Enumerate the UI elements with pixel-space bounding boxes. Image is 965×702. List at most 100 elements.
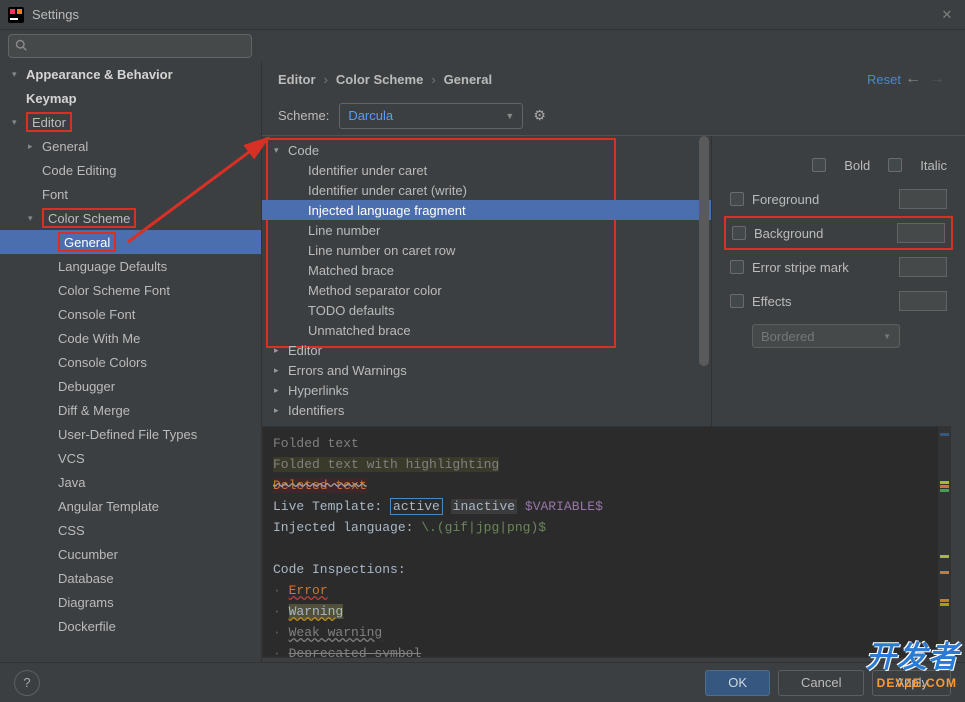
sidebar-item[interactable]: Diagrams xyxy=(0,590,261,614)
sidebar-item[interactable]: Angular Template xyxy=(0,494,261,518)
sidebar-item[interactable]: Java xyxy=(0,470,261,494)
nav-forward-icon[interactable]: → xyxy=(925,67,949,91)
category-item-label: Hyperlinks xyxy=(288,383,349,398)
help-button[interactable]: ? xyxy=(14,670,40,696)
preview-warning: Warning xyxy=(289,604,344,619)
category-item[interactable]: Line number on caret row xyxy=(262,240,711,260)
category-item[interactable]: ▾Code xyxy=(262,140,711,160)
sidebar-item[interactable]: Color Scheme Font xyxy=(0,278,261,302)
sidebar-item[interactable]: Console Font xyxy=(0,302,261,326)
reset-link[interactable]: Reset xyxy=(867,72,901,87)
scheme-dropdown[interactable]: Darcula ▼ xyxy=(339,103,523,129)
category-scrollbar[interactable] xyxy=(699,136,709,426)
effects-checkbox[interactable] xyxy=(730,294,744,308)
italic-label: Italic xyxy=(920,158,947,173)
category-item[interactable]: ▸Errors and Warnings xyxy=(262,360,711,380)
tree-arrow-icon: ▾ xyxy=(28,213,42,224)
category-item[interactable]: Unmatched brace xyxy=(262,320,711,340)
search-input[interactable] xyxy=(31,39,245,53)
errorstripe-color[interactable] xyxy=(899,257,947,277)
sidebar-item[interactable]: Database xyxy=(0,566,261,590)
effects-type-value: Bordered xyxy=(761,329,814,344)
category-item[interactable]: Method separator color xyxy=(262,280,711,300)
category-tree[interactable]: ▾Code Identifier under caret Identifier un… xyxy=(262,136,712,426)
sidebar-item-label: Editor xyxy=(32,115,66,130)
sidebar-item[interactable]: VCS xyxy=(0,446,261,470)
sidebar-item[interactable]: CSS xyxy=(0,518,261,542)
preview-active: active xyxy=(390,498,443,515)
sidebar-item[interactable]: User-Defined File Types xyxy=(0,422,261,446)
category-item[interactable]: ▸Identifiers xyxy=(262,400,711,420)
category-item[interactable]: Injected language fragment xyxy=(262,200,711,220)
background-color[interactable] xyxy=(897,223,945,243)
category-item-label: Code xyxy=(288,143,319,158)
sidebar-item[interactable]: Code With Me xyxy=(0,326,261,350)
category-item[interactable]: Matched brace xyxy=(262,260,711,280)
category-item-label: Errors and Warnings xyxy=(288,363,407,378)
category-item-label: Injected language fragment xyxy=(308,203,466,218)
window-title: Settings xyxy=(32,7,937,22)
gear-icon[interactable]: ⚙ xyxy=(533,107,546,124)
category-item-label: Matched brace xyxy=(308,263,394,278)
sidebar-item-label: Java xyxy=(58,475,85,490)
sidebar-item-label: Color Scheme xyxy=(48,211,130,226)
sidebar-item-label: Keymap xyxy=(26,91,77,106)
preview-weak: Weak warning xyxy=(289,625,383,640)
sidebar-item-label: Appearance & Behavior xyxy=(26,67,173,82)
sidebar-item-label: General xyxy=(64,235,110,250)
search-icon xyxy=(15,39,27,54)
sidebar-item[interactable]: Code Editing xyxy=(0,158,261,182)
errorstripe-label: Error stripe mark xyxy=(752,260,891,275)
foreground-color[interactable] xyxy=(899,189,947,209)
preview-gutter xyxy=(938,427,950,657)
category-item[interactable]: Identifier under caret (write) xyxy=(262,180,711,200)
category-item-label: Identifier under caret xyxy=(308,163,427,178)
apply-button[interactable]: Apply xyxy=(872,670,951,696)
category-item[interactable]: ▸Editor xyxy=(262,340,711,360)
category-item[interactable]: ▸Hyperlinks xyxy=(262,380,711,400)
errorstripe-checkbox[interactable] xyxy=(730,260,744,274)
sidebar-item[interactable]: ▸General xyxy=(0,134,261,158)
category-item[interactable]: Line number xyxy=(262,220,711,240)
ok-button[interactable]: OK xyxy=(705,670,770,696)
foreground-checkbox[interactable] xyxy=(730,192,744,206)
sidebar-item[interactable]: Dockerfile xyxy=(0,614,261,638)
nav-back-icon[interactable]: ← xyxy=(901,67,925,91)
tree-arrow-icon: ▸ xyxy=(274,385,288,396)
breadcrumb-editor[interactable]: Editor xyxy=(278,72,316,87)
search-input-container[interactable] xyxy=(8,34,252,58)
preview-regex: \.(gif|jpg|png)$ xyxy=(421,520,546,535)
cancel-button[interactable]: Cancel xyxy=(778,670,864,696)
category-item-label: Line number xyxy=(308,223,380,238)
category-item-label: Line number on caret row xyxy=(308,243,455,258)
bold-checkbox[interactable] xyxy=(812,158,826,172)
properties-panel: Bold Italic Foreground Background Error xyxy=(712,136,965,426)
sidebar-item[interactable]: Language Defaults xyxy=(0,254,261,278)
sidebar-item[interactable]: General xyxy=(0,230,261,254)
breadcrumb-colorscheme[interactable]: Color Scheme xyxy=(336,72,423,87)
category-item-label: Identifiers xyxy=(288,403,344,418)
category-item[interactable]: TODO defaults xyxy=(262,300,711,320)
sidebar-item[interactable]: Keymap xyxy=(0,86,261,110)
sidebar-item[interactable]: Console Colors xyxy=(0,350,261,374)
sidebar-item[interactable]: Font xyxy=(0,182,261,206)
effects-type-dropdown[interactable]: Bordered ▼ xyxy=(752,324,900,348)
sidebar-item[interactable]: Debugger xyxy=(0,374,261,398)
sidebar-item[interactable]: Cucumber xyxy=(0,542,261,566)
settings-tree[interactable]: ▾Appearance & BehaviorKeymap▾Editor▸Gene… xyxy=(0,62,262,662)
sidebar-item[interactable]: ▾ Color Scheme xyxy=(0,206,261,230)
sidebar-item-label: Dockerfile xyxy=(58,619,116,634)
background-checkbox[interactable] xyxy=(732,226,746,240)
sidebar-item[interactable]: ▾Appearance & Behavior xyxy=(0,62,261,86)
italic-checkbox[interactable] xyxy=(888,158,902,172)
sidebar-item-label: VCS xyxy=(58,451,85,466)
sidebar-item[interactable]: ▾Editor xyxy=(0,110,261,134)
effects-color[interactable] xyxy=(899,291,947,311)
close-icon[interactable]: ✕ xyxy=(937,7,957,23)
sidebar-item[interactable]: Diff & Merge xyxy=(0,398,261,422)
foreground-label: Foreground xyxy=(752,192,891,207)
chevron-down-icon: ▼ xyxy=(505,111,514,121)
category-item[interactable]: Identifier under caret xyxy=(262,160,711,180)
breadcrumb-general: General xyxy=(444,72,492,87)
category-item-label: Identifier under caret (write) xyxy=(308,183,467,198)
